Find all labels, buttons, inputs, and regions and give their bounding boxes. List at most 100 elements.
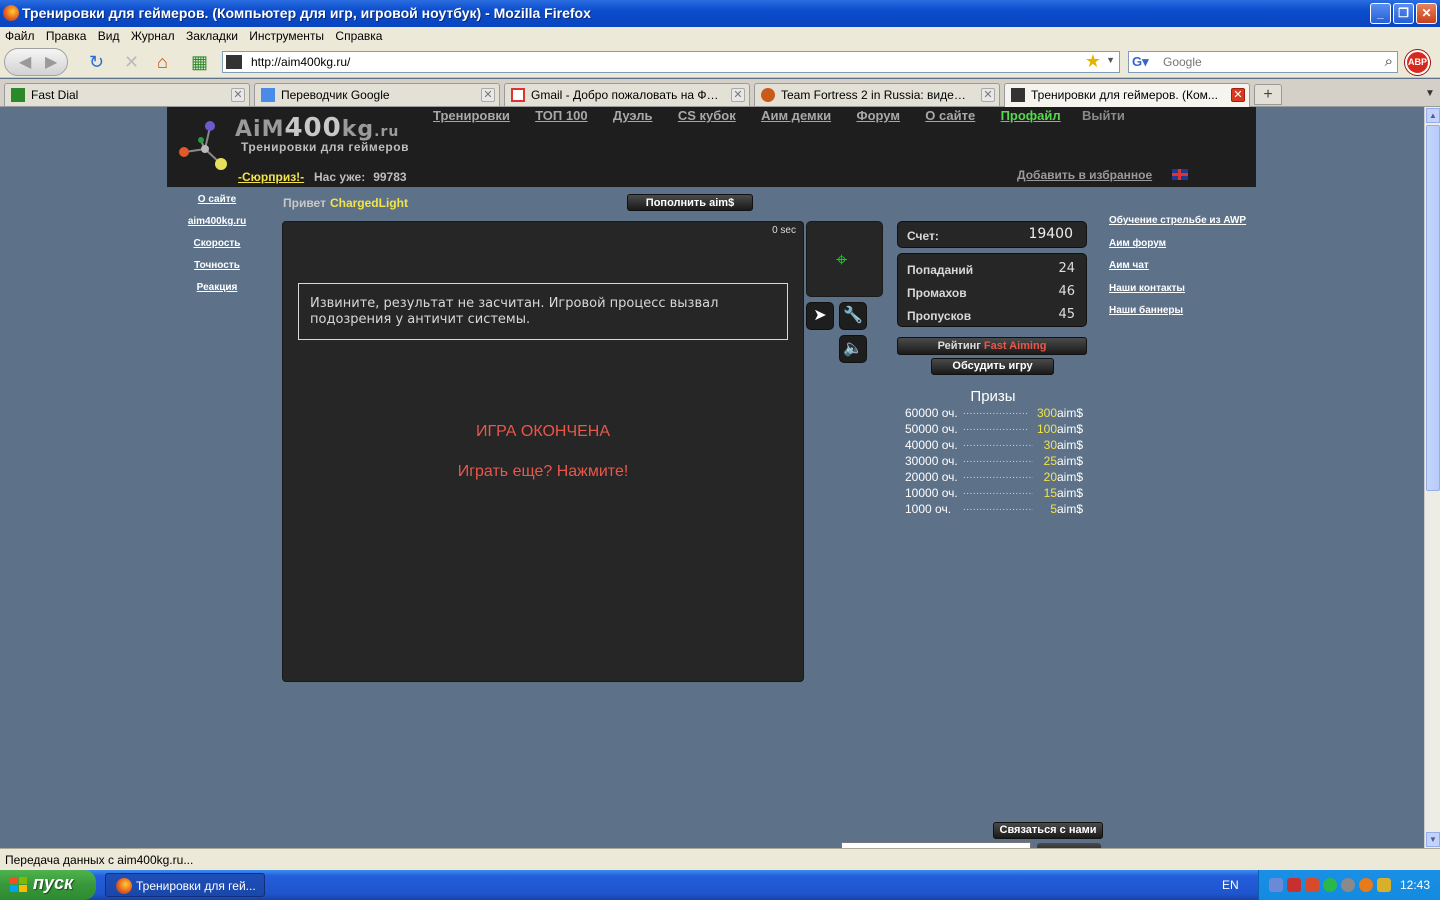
scroll-down-icon[interactable]: ▼ (1426, 832, 1440, 847)
right-nav-banners[interactable]: Наши баннеры (1109, 304, 1246, 327)
right-nav-aim-chat[interactable]: Аим чат (1109, 259, 1246, 282)
nav-aim-demos[interactable]: Аим демки (761, 108, 831, 123)
google-icon[interactable]: G▾ (1132, 54, 1149, 70)
sound-icon[interactable]: 🔈 (839, 335, 867, 363)
scroll-up-icon[interactable]: ▲ (1426, 108, 1440, 123)
tab-label: Fast Dial (31, 88, 79, 102)
back-arrow-icon[interactable]: ◀ (19, 52, 31, 72)
menu-help[interactable]: Справка (335, 27, 382, 45)
prize-amount: 30 (1043, 438, 1057, 452)
prize-level: 10000 оч. (905, 486, 958, 500)
logo-part: kg (341, 117, 375, 142)
tools-tray-icon[interactable] (1377, 878, 1391, 892)
search-icon[interactable]: ⌕ (1385, 53, 1393, 70)
stat-misses: Промахов 46 (907, 284, 1075, 300)
search-input[interactable] (1163, 55, 1373, 69)
maximize-button[interactable]: ❐ (1393, 3, 1414, 24)
tab-fast-dial[interactable]: Fast Dial ✕ (4, 83, 250, 106)
menu-bookmarks[interactable]: Закладки (186, 27, 238, 45)
site-logo[interactable]: AiM400kg.ru (235, 113, 399, 143)
menu-tools[interactable]: Инструменты (249, 27, 324, 45)
nav-duel[interactable]: Дуэль (613, 108, 653, 123)
left-nav-accuracy[interactable]: Точность (167, 259, 267, 281)
app-tray-icon[interactable] (1359, 878, 1373, 892)
nav-profile[interactable]: Профайл (1001, 108, 1061, 123)
close-tab-icon[interactable]: ✕ (1231, 88, 1245, 102)
tab-gmail[interactable]: Gmail - Добро пожаловать на Форум ... ✕ (504, 83, 750, 106)
game-timer: 0 sec (772, 225, 796, 236)
nav-cs-cup[interactable]: CS кубок (678, 108, 736, 123)
menu-file[interactable]: Файл (5, 27, 35, 45)
right-nav-awp-training[interactable]: Обучение стрельбе из AWP (1109, 214, 1246, 237)
tab-list-icon[interactable]: ▼ (1422, 84, 1438, 104)
antivirus-icon[interactable] (1287, 878, 1301, 892)
bookmark-star-icon[interactable]: ★ (1085, 51, 1101, 72)
tab-google-translate[interactable]: Переводчик Google ✕ (254, 83, 500, 106)
uk-flag-icon[interactable] (1172, 169, 1188, 180)
volume-icon[interactable] (1305, 878, 1319, 892)
nav-forum[interactable]: Форум (856, 108, 899, 123)
rating-button[interactable]: Рейтинг Fast Aiming (897, 337, 1087, 355)
new-tab-button[interactable]: + (1254, 84, 1282, 105)
vertical-scrollbar[interactable]: ▲ ▼ (1424, 107, 1440, 848)
url-dropdown-icon[interactable]: ▼ (1106, 55, 1115, 65)
right-nav-aim-forum[interactable]: Аим форум (1109, 237, 1246, 260)
network-icon[interactable] (1269, 878, 1283, 892)
left-nav-reaction[interactable]: Реакция (167, 281, 267, 303)
prize-amount: 20 (1043, 470, 1057, 484)
close-window-button[interactable]: ✕ (1416, 3, 1437, 24)
scroll-thumb[interactable] (1426, 125, 1440, 491)
nav-about[interactable]: О сайте (925, 108, 975, 123)
stat-skips: Пропусков 45 (907, 307, 1075, 323)
taskbar-firefox-window[interactable]: Тренировки для гей... (105, 873, 265, 897)
search-bar[interactable]: G▾ ⌕ (1128, 51, 1398, 73)
adblock-icon[interactable]: ABP (1405, 50, 1430, 75)
discuss-game-button[interactable]: Обсудить игру (931, 358, 1054, 375)
play-again-link[interactable]: Играть еще? Нажмите! (283, 463, 803, 481)
username[interactable]: ChargedLight (330, 196, 408, 210)
nav-top100[interactable]: ТОП 100 (535, 108, 587, 123)
menu-history[interactable]: Журнал (131, 27, 175, 45)
windows-logo-icon (10, 877, 27, 892)
reload-icon[interactable]: ↻ (89, 51, 104, 73)
minimize-button[interactable]: _ (1370, 3, 1391, 24)
right-nav-contacts[interactable]: Наши контакты (1109, 282, 1246, 305)
language-indicator[interactable]: EN (1222, 878, 1239, 892)
users-label: Нас уже: (314, 170, 366, 184)
wrench-icon[interactable]: 🔧 (839, 302, 867, 330)
update-icon[interactable] (1341, 878, 1355, 892)
icq-icon[interactable] (1323, 878, 1337, 892)
tab-aim400kg[interactable]: Тренировки для геймеров. (Ком... ✕ (1004, 83, 1250, 107)
address-bar[interactable]: http://aim400kg.ru/ ★ ▼ (222, 51, 1120, 73)
home-icon[interactable]: ⌂ (157, 51, 168, 73)
contact-us-button[interactable]: Связаться с нами (993, 822, 1103, 839)
menu-edit[interactable]: Правка (46, 27, 87, 45)
gmail-icon (511, 88, 525, 102)
left-nav-about[interactable]: О сайте (167, 193, 267, 215)
menu-view[interactable]: Вид (98, 27, 120, 45)
left-nav-home[interactable]: aim400kg.ru (167, 215, 267, 237)
stat-value: 45 (1058, 307, 1075, 322)
cursor-icon[interactable]: ➤ (806, 302, 834, 330)
nav-trainings[interactable]: Тренировки (433, 108, 510, 123)
tab-team-fortress[interactable]: Team Fortress 2 in Russia: видео с та...… (754, 83, 1000, 106)
prize-dots: ........................ (963, 454, 1033, 465)
nav-logout[interactable]: Выйти (1082, 108, 1125, 123)
forward-arrow-icon[interactable]: ▶ (45, 52, 57, 72)
stop-icon[interactable]: ✕ (124, 51, 139, 73)
start-label: пуск (33, 873, 74, 893)
close-tab-icon[interactable]: ✕ (481, 88, 495, 102)
left-nav-speed[interactable]: Скорость (167, 237, 267, 259)
close-tab-icon[interactable]: ✕ (231, 88, 245, 102)
prize-level: 40000 оч. (905, 438, 958, 452)
topup-aim-button[interactable]: Пополнить aim$ (627, 194, 753, 211)
game-area[interactable]: 0 sec Извините, результат не засчитан. И… (282, 221, 804, 682)
prize-currency: aim$ (1056, 406, 1083, 420)
add-to-favorites-link[interactable]: Добавить в избранное (1017, 168, 1152, 182)
fast-dial-icon[interactable]: ▦ (191, 51, 208, 73)
tab-bar: Fast Dial ✕ Переводчик Google ✕ Gmail - … (0, 79, 1440, 107)
close-tab-icon[interactable]: ✕ (731, 88, 745, 102)
start-button[interactable]: пуск (0, 870, 96, 900)
surprise-link[interactable]: -Сюрприз!- (238, 170, 304, 184)
close-tab-icon[interactable]: ✕ (981, 88, 995, 102)
